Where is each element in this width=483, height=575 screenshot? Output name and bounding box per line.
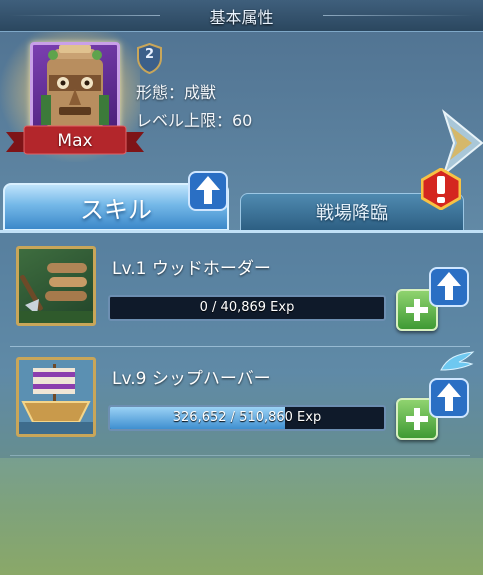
skill-icon-ship-harbor[interactable] [16, 357, 96, 437]
upgrade-arrow-icon [429, 267, 469, 307]
exp-text-2: 326,652 / 510,860 Exp [172, 410, 322, 425]
level-cap-stat: レベル上限：60 [136, 111, 253, 130]
level-badge: 2 [144, 47, 155, 62]
axe-icon [19, 263, 93, 323]
divider [10, 455, 470, 456]
hero-portrait[interactable] [30, 42, 120, 132]
skill-name-2: Lv.9 シップハーバー [112, 369, 271, 389]
exp-bar-1: 0 / 40,869 Exp [108, 295, 386, 321]
upgrade-arrow-icon [188, 171, 228, 211]
skill-icon-wood-hoarder[interactable] [16, 246, 96, 326]
form-stat: 形態：成獣 [136, 83, 217, 102]
exp-bar-2: 326,652 / 510,860 Exp [108, 405, 386, 431]
alert-icon [421, 168, 461, 210]
totem-icon [41, 45, 109, 129]
rank-label: Max [57, 131, 93, 151]
upgrade-arrow-icon [429, 378, 469, 418]
ship-icon [19, 360, 93, 434]
wing-icon [440, 351, 475, 371]
divider [10, 346, 470, 347]
panel-title: 基本属性 [0, 0, 483, 32]
exp-text-1: 0 / 40,869 Exp [199, 300, 295, 315]
skill-name-1: Lv.1 ウッドホーダー [112, 259, 271, 279]
